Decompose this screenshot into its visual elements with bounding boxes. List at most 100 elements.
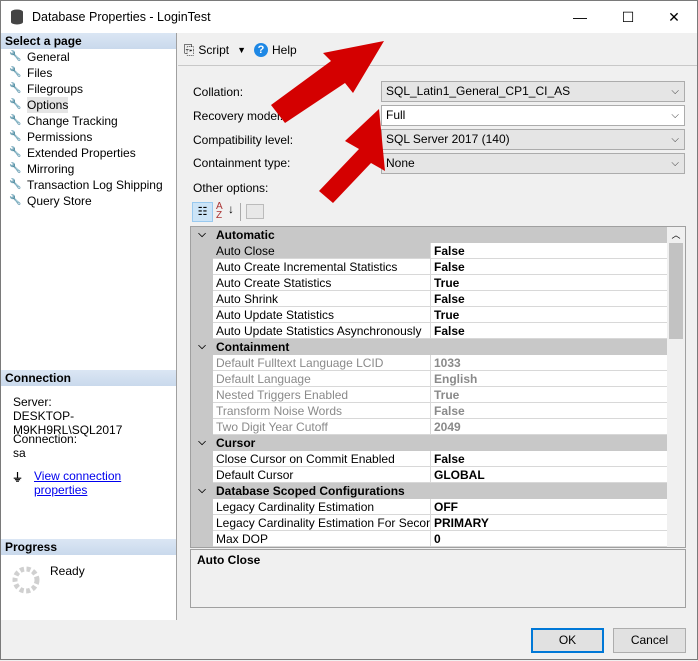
chevron-down-icon: ⌵ (671, 110, 679, 121)
property-value[interactable]: False (430, 451, 667, 467)
compatibility-level-dropdown[interactable]: SQL Server 2017 (140) ⌵ (381, 129, 685, 150)
property-name: Auto Update Statistics (213, 307, 430, 323)
wrench-icon: 🔧 (9, 147, 22, 158)
property-pages-icon[interactable] (246, 204, 264, 219)
property-value[interactable]: False (430, 291, 667, 307)
property-value[interactable]: 2049 (430, 419, 667, 435)
maximize-button[interactable]: ☐ (605, 1, 651, 33)
grid-row[interactable]: Default Fulltext Language LCID 1033 (191, 355, 667, 371)
sidebar-item-transaction-log-shipping[interactable]: 🔧 Transaction Log Shipping (1, 177, 176, 193)
close-button[interactable]: ✕ (651, 1, 697, 33)
grid-row[interactable]: Legacy Cardinality Estimation For Second… (191, 515, 667, 531)
sidebar-item-mirroring[interactable]: 🔧 Mirroring (1, 161, 176, 177)
scrollbar-thumb[interactable] (669, 243, 683, 339)
sidebar-item-query-store[interactable]: 🔧 Query Store (1, 193, 176, 209)
page-list: 🔧 General 🔧 Files 🔧 Filegroups 🔧 Options 🔧 Change… (1, 49, 176, 209)
alphabetical-sort-button[interactable]: A Z ↓ (216, 202, 236, 222)
chevron-down-icon: ⌵ (671, 134, 679, 145)
sidebar-item-label: Filegroups (27, 82, 84, 96)
grid-category[interactable]: ⌵ Automatic (191, 227, 667, 243)
property-name: Close Cursor on Commit Enabled (213, 451, 430, 467)
sidebar-item-options[interactable]: 🔧 Options (1, 97, 176, 113)
plug-icon: ⏚ (12, 472, 23, 484)
scroll-up-icon[interactable]: ︿ (667, 227, 685, 243)
property-name: Auto Create Incremental Statistics (213, 259, 430, 275)
grid-row[interactable]: Auto Create Statistics True (191, 275, 667, 291)
collapse-chevron-icon[interactable]: ⌵ (195, 483, 209, 499)
script-dropdown-icon[interactable]: ▼ (237, 45, 246, 55)
property-value[interactable]: True (430, 387, 667, 403)
ok-button[interactable]: OK (531, 628, 604, 653)
property-value[interactable]: False (430, 259, 667, 275)
help-button[interactable]: Help (272, 43, 297, 57)
view-connection-properties-link[interactable]: View connection properties (34, 469, 176, 497)
property-name: Auto Shrink (213, 291, 430, 307)
sidebar-item-label: Options (27, 97, 69, 113)
sidebar-item-label: Mirroring (27, 162, 75, 176)
property-name: Default Fulltext Language LCID (213, 355, 430, 371)
wrench-icon: 🔧 (9, 51, 22, 62)
grid-row[interactable]: Legacy Cardinality Estimation OFF (191, 499, 667, 515)
grid-category[interactable]: ⌵ Cursor (191, 435, 667, 451)
collation-dropdown[interactable]: SQL_Latin1_General_CP1_CI_AS ⌵ (381, 81, 685, 102)
property-value[interactable]: False (430, 323, 667, 339)
grid-row[interactable]: Auto Close False (191, 243, 667, 259)
containment-type-value: None (386, 156, 415, 170)
sidebar-item-permissions[interactable]: 🔧 Permissions (1, 129, 176, 145)
grid-row[interactable]: Default Language English (191, 371, 667, 387)
sidebar-item-label: Change Tracking (27, 114, 118, 128)
grid-category[interactable]: ⌵ Database Scoped Configurations (191, 483, 667, 499)
property-value[interactable]: OFF (430, 499, 667, 515)
recovery-model-dropdown[interactable]: Full ⌵ (381, 105, 685, 126)
containment-type-dropdown[interactable]: None ⌵ (381, 153, 685, 174)
grid-row[interactable]: Transform Noise Words False (191, 403, 667, 419)
property-value[interactable]: True (430, 275, 667, 291)
collapse-chevron-icon[interactable]: ⌵ (195, 339, 209, 355)
minimize-button[interactable]: — (557, 1, 603, 33)
script-button[interactable]: Script (198, 43, 229, 57)
sidebar-item-extended-properties[interactable]: 🔧 Extended Properties (1, 145, 176, 161)
grid-row[interactable]: Auto Update Statistics True (191, 307, 667, 323)
property-name: Auto Close (213, 243, 430, 259)
server-label: Server: (13, 395, 52, 409)
grid-row[interactable]: Auto Shrink False (191, 291, 667, 307)
collapse-chevron-icon[interactable]: ⌵ (195, 227, 209, 243)
title-bar: Database Properties - LoginTest — ☐ ✕ (1, 1, 697, 33)
wrench-icon: 🔧 (9, 163, 22, 174)
property-value[interactable]: False (430, 403, 667, 419)
sidebar-item-label: Permissions (27, 130, 93, 144)
grid-category[interactable]: ⌵ Containment (191, 339, 667, 355)
property-name: Nested Triggers Enabled (213, 387, 430, 403)
grid-row[interactable]: Two Digit Year Cutoff 2049 (191, 419, 667, 435)
grid-row[interactable]: Auto Update Statistics Asynchronously Fal… (191, 323, 667, 339)
property-value[interactable]: English (430, 371, 667, 387)
grid-row[interactable]: Max DOP 0 (191, 531, 667, 547)
property-value[interactable]: 0 (430, 531, 667, 547)
connection-value: sa (13, 446, 26, 460)
grid-row[interactable]: Nested Triggers Enabled True (191, 387, 667, 403)
recovery-model-value: Full (386, 108, 406, 122)
grid-row[interactable]: Auto Create Incremental Statistics False (191, 259, 667, 275)
property-value[interactable]: True (430, 307, 667, 323)
property-grid[interactable]: ⌵ Automatic Auto Close False Auto Create Inc… (190, 226, 686, 548)
sidebar-item-label: Transaction Log Shipping (27, 178, 163, 192)
database-icon (11, 9, 23, 25)
categorized-view-button[interactable]: ☷ (192, 202, 213, 222)
grid-row[interactable]: Close Cursor on Commit Enabled False (191, 451, 667, 467)
sidebar-item-filegroups[interactable]: 🔧 Filegroups (1, 81, 176, 97)
category-label: Containment (216, 340, 290, 354)
property-value[interactable]: False (430, 243, 667, 259)
property-value[interactable]: GLOBAL (430, 467, 667, 483)
sidebar-item-change-tracking[interactable]: 🔧 Change Tracking (1, 113, 176, 129)
cancel-button[interactable]: Cancel (613, 628, 686, 653)
property-value[interactable]: PRIMARY (430, 515, 667, 531)
property-name: Legacy Cardinality Estimation For Second… (213, 515, 430, 531)
chevron-down-icon: ⌵ (671, 86, 679, 97)
sidebar-item-files[interactable]: 🔧 Files (1, 65, 176, 81)
grid-row[interactable]: Default Cursor GLOBAL (191, 467, 667, 483)
sidebar-item-general[interactable]: 🔧 General (1, 49, 176, 65)
collapse-chevron-icon[interactable]: ⌵ (195, 435, 209, 451)
property-name: Max DOP (213, 531, 430, 547)
wrench-icon: 🔧 (9, 115, 22, 126)
property-value[interactable]: 1033 (430, 355, 667, 371)
